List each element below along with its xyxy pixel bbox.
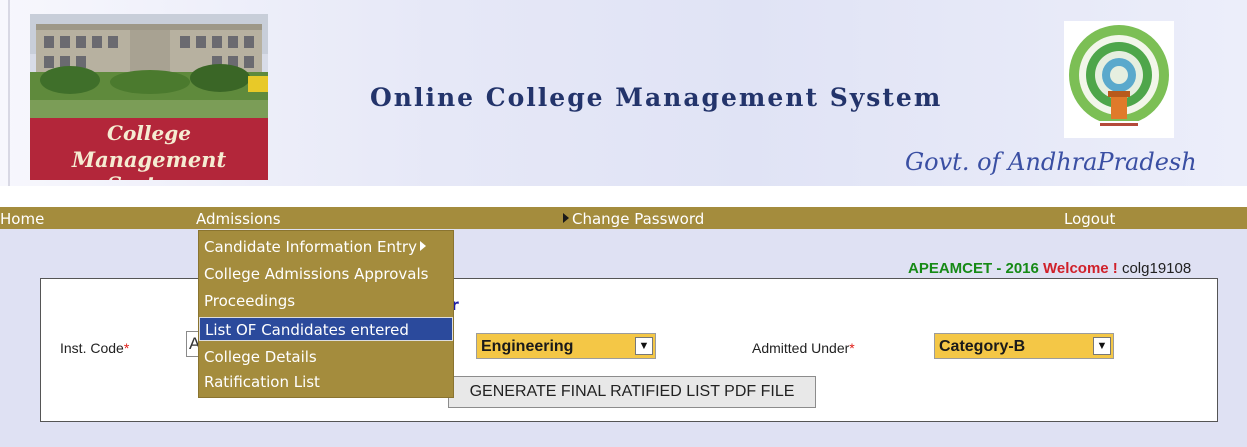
nav-logout[interactable]: Logout [1064, 210, 1115, 228]
main-nav: Home Admissions Change Password Logout [0, 207, 1247, 229]
government-text: Govt. of AndhraPradesh [905, 148, 1197, 176]
logo-text-line2: Management System [71, 147, 227, 180]
admissions-dropdown-menu: Candidate Information Entry College Admi… [198, 230, 454, 398]
menu-item-ratification-list[interactable]: Ratification List [199, 370, 453, 394]
nav-change-password-label: Change Password [572, 210, 705, 228]
submenu-arrow-icon [563, 213, 569, 223]
logo-text-line1: College [107, 121, 191, 145]
site-header: College Management System Online College… [0, 0, 1247, 186]
header-divider [8, 0, 10, 186]
course-select[interactable]: Engineering ▼ [476, 333, 656, 359]
chevron-down-icon: ▼ [635, 337, 653, 355]
inst-code-label: Inst. Code* [60, 340, 129, 356]
ap-government-emblem-icon [1064, 21, 1174, 138]
chevron-down-icon: ▼ [1093, 337, 1111, 355]
college-management-logo: College Management System [30, 14, 268, 180]
inst-code-label-text: Inst. Code [60, 340, 124, 356]
menu-item-label: Candidate Information Entry [204, 238, 417, 256]
site-title: Online College Management System [370, 83, 943, 112]
menu-item-college-admissions-approvals[interactable]: College Admissions Approvals [199, 262, 453, 286]
menu-item-college-details[interactable]: College Details [199, 345, 453, 369]
admitted-under-label-text: Admitted Under [752, 340, 850, 356]
nav-home[interactable]: Home [0, 210, 44, 228]
required-mark: * [123, 340, 130, 356]
submenu-arrow-icon [419, 241, 426, 251]
welcome-bar: APEAMCET - 2016 Welcome ! colg19108 [908, 260, 1191, 277]
course-select-value: Engineering [481, 338, 574, 355]
generate-pdf-button[interactable]: GENERATE FINAL RATIFIED LIST PDF FILE [448, 376, 816, 408]
nav-admissions[interactable]: Admissions [196, 210, 281, 228]
admitted-under-label: Admitted Under* [752, 340, 855, 356]
college-building-photo [30, 14, 268, 118]
nav-change-password[interactable]: Change Password [563, 210, 704, 228]
exam-title: APEAMCET - 2016 [908, 260, 1039, 277]
menu-item-proceedings[interactable]: Proceedings [199, 289, 453, 313]
username: colg19108 [1121, 260, 1192, 277]
category-select-value: Category-B [939, 338, 1026, 355]
logo-banner: College Management System [30, 118, 268, 180]
category-select[interactable]: Category-B ▼ [934, 333, 1114, 359]
menu-item-list-of-candidates-entered[interactable]: List OF Candidates entered [199, 317, 453, 341]
required-mark: * [849, 340, 855, 356]
menu-item-candidate-information-entry[interactable]: Candidate Information Entry [199, 235, 453, 259]
welcome-text: Welcome ! [1043, 260, 1118, 277]
